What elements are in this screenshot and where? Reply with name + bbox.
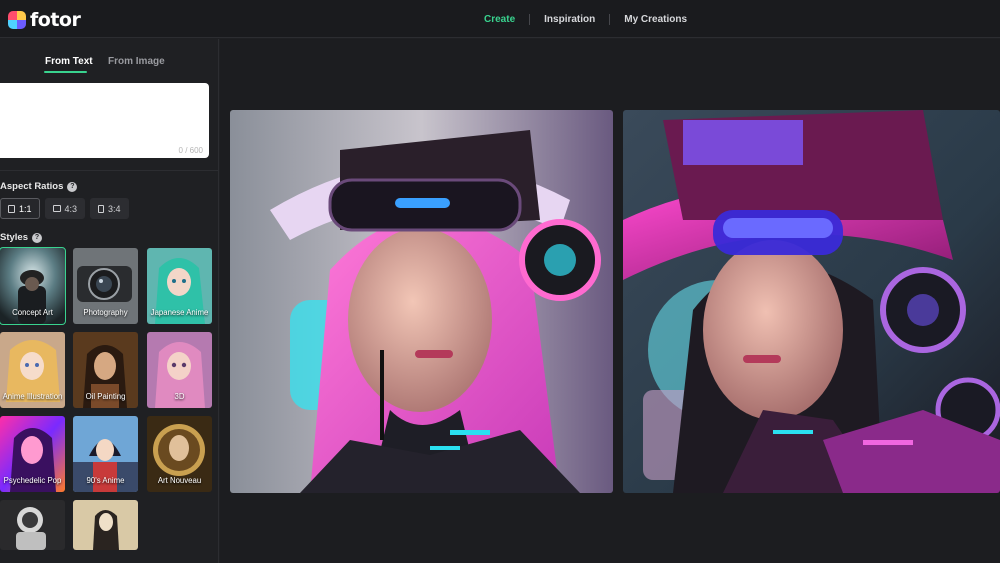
aspect-ratio-options: 1:1 4:3 3:4 — [0, 198, 129, 220]
aspect-ratios-label: Aspect Ratios — [0, 181, 64, 192]
generated-image-1[interactable] — [230, 110, 613, 493]
sidebar: From Text From Image 0 / 600 Aspect Rati… — [0, 39, 219, 563]
style-3d[interactable]: 3D — [147, 332, 212, 408]
ratio-label: 3:4 — [108, 203, 121, 214]
help-icon[interactable]: ? — [67, 181, 78, 192]
style-art-nouveau[interactable]: Art Nouveau — [147, 416, 212, 492]
fotor-logo[interactable]: fotor — [8, 9, 81, 31]
aspect-ratios-heading: Aspect Ratios ? — [0, 181, 78, 192]
active-tab-indicator — [44, 71, 87, 73]
fotor-logo-icon — [8, 11, 26, 29]
mode-tabs: From Text From Image — [0, 39, 219, 75]
ratio-label: 4:3 — [64, 203, 78, 214]
styles-heading: Styles ? — [0, 232, 42, 243]
style-astronaut[interactable] — [0, 500, 65, 550]
top-bar: fotor Create Inspiration My Creations — [0, 0, 1000, 38]
style-psychedelic-pop[interactable]: Psychedelic Pop — [0, 416, 65, 492]
style-90s-anime[interactable]: 90's Anime — [73, 416, 138, 492]
nav-create[interactable]: Create — [470, 14, 529, 25]
style-label: Photography — [83, 308, 128, 318]
cyberpunk-visor-portrait — [230, 110, 613, 493]
help-icon[interactable]: ? — [32, 232, 42, 243]
nav-my-creations[interactable]: My Creations — [610, 14, 701, 25]
style-label: Concept Art — [12, 308, 53, 318]
style-photography[interactable]: Photography — [73, 248, 138, 324]
style-concept-art[interactable]: Concept Art — [0, 247, 66, 325]
style-ukiyo-e[interactable] — [73, 500, 138, 550]
style-label: 90's Anime — [86, 476, 125, 486]
ratio-label: 1:1 — [19, 203, 32, 214]
astronaut-thumbnail — [0, 500, 65, 550]
square-ratio-icon — [8, 204, 15, 213]
ukiyo-e-thumbnail — [73, 500, 138, 550]
nav-inspiration[interactable]: Inspiration — [530, 14, 609, 25]
result-canvas — [220, 39, 1000, 563]
style-label: Psychedelic Pop — [3, 476, 62, 486]
ratio-4-3-button[interactable]: 4:3 — [44, 198, 86, 219]
portrait-ratio-icon — [98, 204, 105, 213]
landscape-ratio-icon — [52, 205, 61, 212]
style-label: Art Nouveau — [157, 476, 202, 486]
style-oil-painting[interactable]: Oil Painting — [73, 332, 138, 408]
tab-from-text[interactable]: From Text — [45, 56, 93, 67]
ratio-1-1-button[interactable]: 1:1 — [0, 198, 40, 219]
cyberpunk-pink-hat-portrait — [623, 110, 1000, 493]
prompt-box: 0 / 600 — [0, 83, 209, 158]
styles-label: Styles — [0, 232, 28, 243]
style-label: Oil Painting — [85, 392, 126, 402]
tab-from-image[interactable]: From Image — [108, 56, 165, 67]
char-count: 0 / 600 — [178, 146, 203, 155]
style-label: 3D — [174, 392, 185, 402]
ratio-3-4-button[interactable]: 3:4 — [90, 198, 129, 219]
main-nav: Create Inspiration My Creations — [470, 0, 701, 38]
style-label: Anime Illustration — [2, 392, 63, 402]
style-label: Japanese Anime — [150, 308, 209, 318]
style-anime-illustration[interactable]: Anime Illustration — [0, 332, 65, 408]
generated-image-2[interactable] — [623, 110, 1000, 493]
style-japanese-anime[interactable]: Japanese Anime — [147, 248, 212, 324]
logo-text: fotor — [30, 9, 81, 31]
section-divider — [0, 170, 219, 171]
